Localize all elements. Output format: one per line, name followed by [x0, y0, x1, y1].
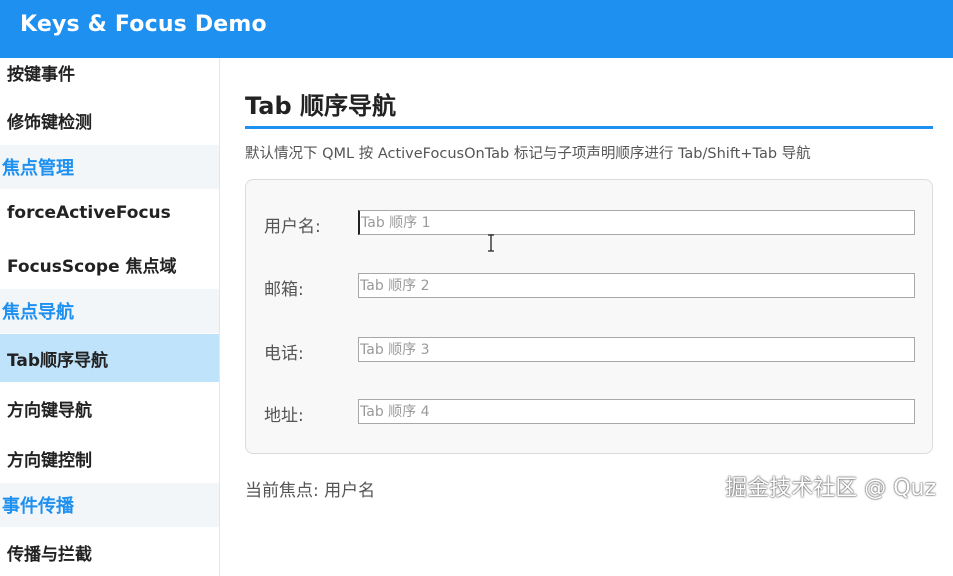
sidebar-item-key-events[interactable]: 按键事件 — [0, 58, 219, 96]
sidebar-item-propagation-interception[interactable]: 传播与拦截 — [0, 528, 219, 576]
sidebar-item-tab-order-navigation[interactable]: Tab顺序导航 — [0, 334, 219, 382]
phone-input[interactable] — [358, 337, 915, 362]
sidebar-item-arrow-key-navigation[interactable]: 方向键导航 — [0, 384, 219, 432]
email-label: 邮箱: — [264, 280, 304, 300]
username-label: 用户名: — [264, 217, 321, 237]
sidebar: 按键事件 修饰键检测 焦点管理 forceActiveFocus FocusSc… — [0, 58, 220, 576]
page-title: Tab 顺序导航 — [245, 92, 397, 120]
username-input[interactable] — [358, 210, 915, 235]
address-label: 地址: — [264, 406, 304, 426]
current-focus-status: 当前焦点: 用户名 — [245, 481, 376, 501]
sidebar-item-focus-scope[interactable]: FocusScope 焦点域 — [0, 240, 219, 288]
sidebar-group-event-propagation: 事件传播 — [0, 483, 219, 527]
form-card: 用户名: 邮箱: 电话: 地址: — [245, 179, 933, 454]
form-row-email: 邮箱: — [246, 267, 932, 307]
form-row-phone: 电话: — [246, 331, 932, 371]
sidebar-group-focus-navigation: 焦点导航 — [0, 289, 219, 333]
sidebar-item-arrow-key-control[interactable]: 方向键控制 — [0, 434, 219, 482]
email-input[interactable] — [358, 273, 915, 298]
watermark: 掘金技术社区 @ Quz — [725, 476, 936, 501]
sidebar-group-focus-management: 焦点管理 — [0, 145, 219, 189]
sidebar-item-force-active-focus[interactable]: forceActiveFocus — [0, 189, 219, 237]
address-input[interactable] — [358, 399, 915, 424]
title-bar: Keys & Focus Demo — [0, 0, 953, 58]
page-description: 默认情况下 QML 按 ActiveFocusOnTab 标记与子项声明顺序进行… — [245, 146, 811, 162]
form-row-username: 用户名: — [246, 204, 932, 252]
sidebar-item-modifier-keys[interactable]: 修饰键检测 — [0, 96, 219, 144]
title-divider — [245, 126, 933, 129]
app-title: Keys & Focus Demo — [20, 12, 267, 37]
phone-label: 电话: — [264, 344, 304, 364]
i-beam-cursor-icon — [488, 234, 494, 252]
form-row-address: 地址: — [246, 393, 932, 433]
